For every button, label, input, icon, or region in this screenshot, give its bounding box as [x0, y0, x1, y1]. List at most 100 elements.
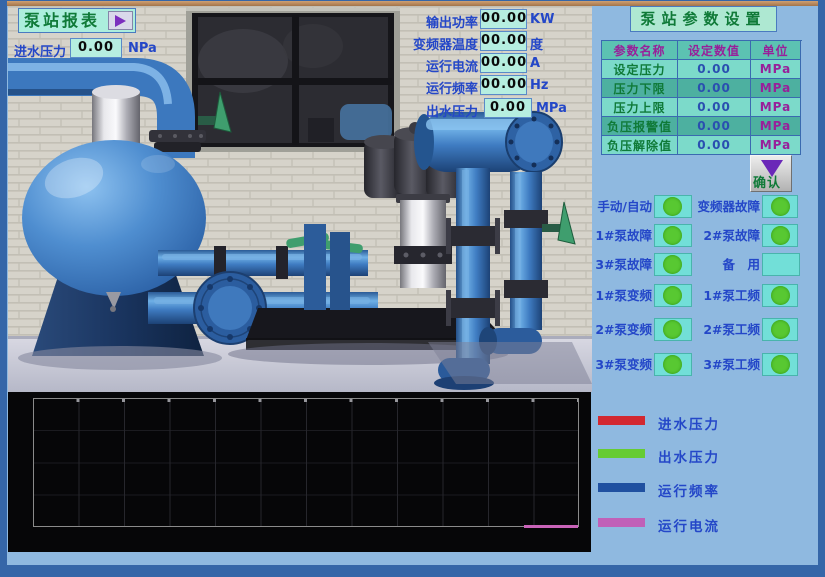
indicator-label: 3#泵工频	[688, 353, 760, 376]
settings-panel-title: 泵站参数设置	[630, 6, 777, 32]
indicator-led-box	[654, 253, 692, 276]
indicator-led-box	[762, 353, 798, 376]
param-unit: MPa	[751, 79, 801, 98]
param-name: 压力上限	[602, 98, 678, 117]
play-arrow-icon	[115, 15, 126, 27]
led-green	[771, 320, 790, 339]
inlet-pressure-unit: NPa	[128, 41, 157, 56]
legend-label: 运行频率	[658, 480, 720, 500]
indicator-label: 备 用	[688, 253, 760, 276]
settings-row: 压力上限 0.00 MPa	[602, 98, 802, 117]
trace-running-current	[524, 525, 578, 528]
outlet-pressure-label: 出水压力	[380, 101, 478, 120]
param-name: 负压报警值	[602, 117, 678, 136]
settings-row: 负压报警值 0.00 MPa	[602, 117, 802, 136]
discharge-header	[414, 112, 562, 172]
readout-unit: A	[530, 56, 540, 71]
trend-chart	[8, 392, 591, 552]
readout-unit: KW	[530, 12, 554, 27]
led-green	[771, 355, 790, 374]
settings-row: 压力下限 0.00 MPa	[602, 79, 802, 98]
param-value[interactable]: 0.00	[678, 136, 751, 155]
legend-swatch-running-frequency	[598, 483, 645, 492]
led-green	[663, 197, 682, 216]
indicator-label: 3#泵故障	[586, 253, 652, 276]
indicator-label: 手动/自动	[586, 195, 652, 218]
confirm-button-label: 确认	[753, 172, 781, 191]
readout-unit: Hz	[530, 78, 548, 93]
indicator-label: 变频器故障	[688, 195, 760, 218]
legend-swatch-outlet-pressure	[598, 449, 645, 458]
settings-table: 参数名称 设定数值 单位 设定压力 0.00 MPa 压力下限 0.00 MPa…	[601, 40, 802, 155]
led-green	[771, 226, 790, 245]
tank-shadow	[18, 346, 222, 370]
frame-bottom	[0, 565, 825, 577]
indicator-led-box	[762, 253, 800, 276]
outlet-pressure-value: 0.00	[484, 98, 532, 118]
param-unit: MPa	[751, 98, 801, 117]
indicator-label: 1#泵故障	[586, 224, 652, 247]
inlet-pressure-value: 0.00	[70, 38, 122, 58]
indicator-led-box	[654, 353, 692, 376]
param-value[interactable]: 0.00	[678, 60, 751, 79]
indicator-label: 2#泵故障	[688, 224, 760, 247]
param-name: 压力下限	[602, 79, 678, 98]
hmi-screen: 泵站报表 进水压力 0.00 NPa 输出功率 00.00 KW 变频器温度 0…	[0, 0, 825, 577]
report-button[interactable]: 泵站报表	[18, 8, 136, 33]
legend-swatch-inlet-pressure	[598, 416, 645, 425]
col-header: 参数名称	[602, 41, 678, 60]
indicator-led-box	[654, 318, 692, 341]
readout-label: 运行电流	[380, 56, 478, 75]
indicator-led-box	[654, 224, 692, 247]
legend-label: 出水压力	[658, 446, 720, 466]
indicator-led-box	[654, 284, 692, 307]
param-name: 负压解除值	[602, 136, 678, 155]
legend-label: 进水压力	[658, 413, 720, 433]
legend-swatch-running-current	[598, 518, 645, 527]
confirm-button[interactable]: 确认	[750, 155, 792, 192]
top-bevel-strip	[7, 1, 818, 6]
led-green	[663, 226, 682, 245]
param-value[interactable]: 0.00	[678, 79, 751, 98]
param-value[interactable]: 0.00	[678, 117, 751, 136]
frame-right	[818, 0, 825, 577]
led-green	[663, 255, 682, 274]
readout-unit: 度	[530, 34, 543, 53]
led-green	[663, 286, 682, 305]
readout-value: 00.00	[480, 31, 527, 51]
trend-chart-plot-area	[33, 398, 579, 527]
indicator-led-box	[762, 284, 798, 307]
indicator-led-box	[762, 318, 798, 341]
settings-table-header-row: 参数名称 设定数值 单位	[602, 41, 802, 60]
indicator-led-box	[762, 224, 798, 247]
led-green	[663, 355, 682, 374]
param-unit: MPa	[751, 60, 801, 79]
outlet-pressure-unit: MPa	[536, 101, 567, 116]
readout-value: 00.00	[480, 9, 527, 29]
settings-row: 设定压力 0.00 MPa	[602, 60, 802, 79]
readout-label: 变频器温度	[380, 34, 478, 53]
indicator-led-box	[762, 195, 798, 218]
indicator-label: 2#泵变频	[586, 318, 652, 341]
window	[186, 8, 400, 152]
indicator-led-box	[654, 195, 692, 218]
param-value[interactable]: 0.00	[678, 98, 751, 117]
indicator-label: 1#泵工频	[688, 284, 760, 307]
param-unit: MPa	[751, 136, 801, 155]
readout-label: 输出功率	[380, 12, 478, 31]
led-green	[771, 197, 790, 216]
settings-row: 负压解除值 0.00 MPa	[602, 136, 802, 155]
led-green	[663, 320, 682, 339]
indicator-label: 1#泵变频	[586, 284, 652, 307]
col-header: 单位	[751, 41, 801, 60]
param-unit: MPa	[751, 117, 801, 136]
led-green	[771, 286, 790, 305]
col-header: 设定数值	[678, 41, 751, 60]
indicator-label: 2#泵工频	[688, 318, 760, 341]
frame-left	[0, 0, 7, 577]
legend-label: 运行电流	[658, 515, 720, 535]
readout-label: 运行频率	[380, 78, 478, 97]
readout-value: 00.00	[480, 75, 527, 95]
report-nav-button[interactable]	[108, 11, 133, 30]
readout-value: 00.00	[480, 53, 527, 73]
